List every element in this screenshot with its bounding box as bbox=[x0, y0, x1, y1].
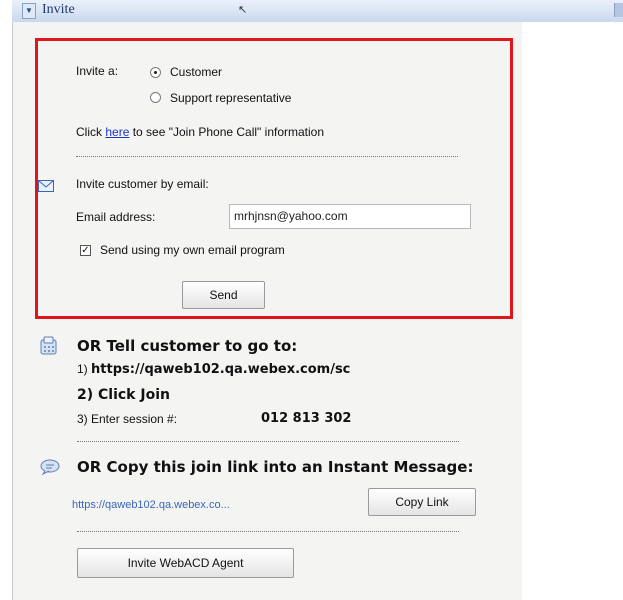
panel-title: Invite bbox=[42, 2, 75, 17]
empty-area bbox=[522, 22, 623, 600]
tell-step2: 2) Click Join bbox=[77, 387, 170, 403]
panel-title-bar: ▼ Invite ↖ bbox=[12, 0, 623, 23]
copy-link-button[interactable]: Copy Link bbox=[368, 488, 476, 516]
own-email-program-checkbox[interactable]: ✓ bbox=[80, 245, 91, 256]
tell-step1-prefix: 1) bbox=[77, 362, 88, 376]
cursor-icon: ↖ bbox=[238, 4, 248, 16]
email-section-label: Invite customer by email: bbox=[76, 177, 209, 191]
copy-heading: OR Copy this join link into an Instant M… bbox=[77, 458, 474, 476]
radio-support-label[interactable]: Support representative bbox=[170, 91, 291, 105]
email-address-label: Email address: bbox=[76, 210, 156, 224]
phone-info-suffix: to see "Join Phone Call" information bbox=[132, 125, 325, 139]
phone-info-line: Click here to see "Join Phone Call" info… bbox=[76, 125, 324, 139]
own-email-program-label[interactable]: Send using my own email program bbox=[100, 243, 285, 257]
radio-customer[interactable] bbox=[150, 67, 161, 78]
dotted-divider bbox=[76, 156, 458, 157]
email-address-input[interactable]: mrhjnsn@yahoo.com bbox=[229, 204, 471, 229]
tell-step1-url: https://qaweb102.qa.webex.com/sc bbox=[91, 362, 351, 377]
session-number: 012 813 302 bbox=[261, 411, 352, 426]
tell-heading: OR Tell customer to go to: bbox=[77, 337, 298, 355]
envelope-icon bbox=[38, 180, 54, 192]
invite-as-label: Invite a: bbox=[76, 64, 119, 78]
invite-webacd-agent-button[interactable]: Invite WebACD Agent bbox=[77, 548, 294, 578]
join-link-text[interactable]: https://qaweb102.qa.webex.co... bbox=[72, 499, 230, 511]
send-button[interactable]: Send bbox=[182, 281, 265, 309]
chat-bubble-icon bbox=[40, 459, 60, 475]
window-edge-button[interactable] bbox=[614, 3, 623, 17]
dotted-divider-3 bbox=[77, 531, 459, 532]
phone-info-link[interactable]: here bbox=[105, 125, 129, 139]
radio-support-representative[interactable] bbox=[150, 92, 161, 103]
phone-info-prefix: Click bbox=[76, 125, 102, 139]
tell-step1: 1) https://qaweb102.qa.webex.com/sc bbox=[77, 362, 350, 377]
collapse-toggle-icon[interactable]: ▼ bbox=[22, 3, 36, 19]
dotted-divider-2 bbox=[77, 441, 459, 442]
tell-step3-label: 3) Enter session #: bbox=[77, 412, 178, 426]
radio-customer-label[interactable]: Customer bbox=[170, 65, 222, 79]
phone-icon bbox=[40, 336, 57, 355]
